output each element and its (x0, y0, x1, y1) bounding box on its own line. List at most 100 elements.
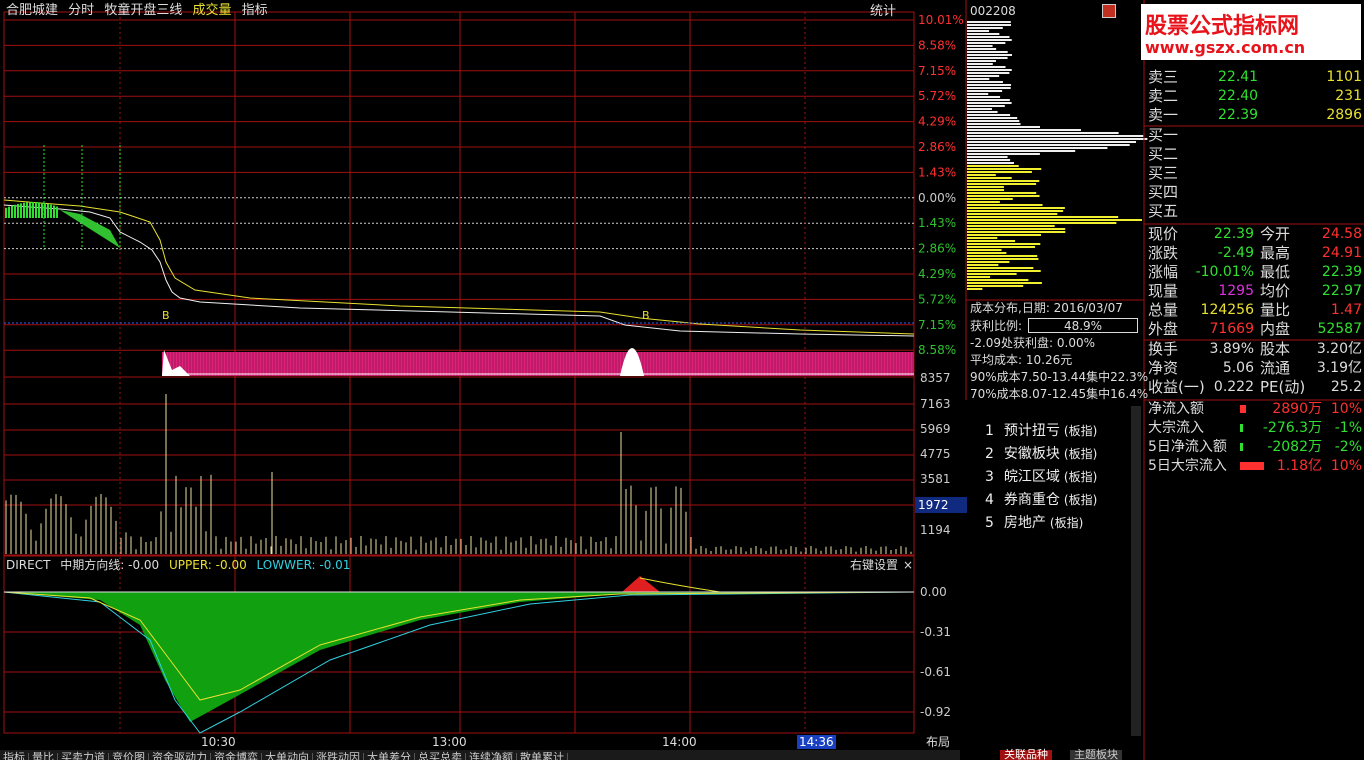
layout-button[interactable]: 布局 (926, 736, 950, 748)
sector-item[interactable]: 4 券商重仓 (板指) (985, 493, 1097, 507)
sector-index: 3 (985, 469, 994, 485)
flow-value: 1.18亿 (1276, 458, 1322, 474)
sector-item[interactable]: 2 安徽板块 (板指) (985, 447, 1097, 461)
price-axis-label: 1.43% (918, 165, 956, 179)
bottom-indicator-tabs: 指标 量比 买卖力道 竞价图 资金驱动力 资金博弈 大单动向 涨跌动因 大单差分 总买总卖 连续净额… (0, 750, 960, 760)
flow-label: 大宗流入 (1148, 420, 1204, 436)
indicator-tab[interactable]: 大单动向 (262, 752, 313, 760)
toolbar-item-timeshare[interactable]: 分时 (68, 3, 94, 18)
price-pane-border (3, 11, 915, 378)
quote-value: 3.19亿 (1316, 360, 1362, 376)
price-axis-label: 8.58% (918, 38, 956, 52)
indicator-header: DIRECT 中期方向线: -0.00 UPPER: -0.00 LOWWER:… (6, 559, 350, 571)
quote-value: 1.47 (1330, 302, 1362, 318)
orderbook-sell-label: 卖三 (1148, 68, 1179, 86)
price-axis-label: 5.72% (918, 292, 956, 306)
indicator-tab[interactable]: 总买总卖 (415, 752, 466, 760)
quote-value: 22.39 (1321, 264, 1362, 280)
quote-label: 收益(一) (1148, 378, 1205, 396)
indicator-line1: 中期方向线: -0.00 (60, 558, 160, 572)
orderbook-sell-price: 22.39 (1218, 107, 1259, 123)
quote-label: PE(动) (1260, 378, 1306, 396)
indicator-upper: UPPER: -0.00 (169, 558, 247, 572)
indicator-fill (4, 592, 914, 722)
sector-item[interactable]: 3 皖江区域 (板指) (985, 470, 1097, 484)
orderbook-sell-volume: 231 (1335, 88, 1362, 104)
orderbook-sell-label: 卖一 (1148, 106, 1179, 124)
quote-value: 0.222 (1213, 379, 1254, 395)
indicator-tab[interactable]: 量比 (29, 752, 58, 760)
toolbar-item-formula[interactable]: 牧童开盘三线 (104, 3, 182, 18)
sector-item[interactable]: 1 预计扭亏 (板指) (985, 424, 1097, 438)
indicator-pane-border (3, 554, 915, 734)
quote-label: 净资 (1148, 359, 1179, 377)
indicator-tab[interactable]: 指标 (0, 752, 29, 760)
sector-index: 5 (985, 515, 994, 531)
quote-value: 5.06 (1222, 360, 1254, 376)
toolbar-item-indicator[interactable]: 指标 (242, 3, 268, 18)
indicator-tab[interactable]: 连续净额 (466, 752, 517, 760)
quote-label: 量比 (1260, 301, 1291, 319)
quote-label: 最低 (1260, 263, 1291, 281)
quote-value: 1295 (1218, 283, 1254, 299)
volume-axis-label: 5969 (920, 422, 951, 436)
orderbook-buy-label: 买三 (1148, 164, 1179, 182)
stats-button[interactable]: 统计 (870, 5, 896, 18)
sector-tag: (板指) (1063, 470, 1098, 484)
flow-value: 2890万 (1272, 401, 1322, 417)
scrollbar-track (1131, 406, 1141, 736)
price-axis-label: 7.15% (918, 64, 956, 78)
price-axis-label: 0.00% (918, 191, 956, 205)
indicator-tab[interactable]: 大单差分 (364, 752, 415, 760)
indicator-tab[interactable]: 散单累计 (517, 752, 568, 760)
sector-item[interactable]: 5 房地产 (板指) (985, 516, 1083, 530)
orderbook-buy-label: 买五 (1148, 202, 1179, 220)
orderbook-sell-label: 卖二 (1148, 87, 1179, 105)
volume-axis-label: 4775 (920, 447, 951, 461)
sector-name: 券商重仓 (1003, 492, 1060, 508)
orderbook-sell-price: 22.40 (1218, 88, 1259, 104)
indicator-name[interactable]: DIRECT (6, 558, 50, 572)
orderbook-buy-label: 买四 (1148, 183, 1179, 201)
price-axis-label: 5.72% (918, 89, 956, 103)
tab-related[interactable]: 关联品种 (1000, 749, 1052, 760)
orderbook-sell-volume: 2896 (1326, 107, 1362, 123)
quote-label: 涨跌 (1148, 244, 1179, 262)
quote-label: 现价 (1148, 225, 1179, 243)
quote-value: 24.91 (1321, 245, 1362, 261)
buy-marker: B (162, 309, 170, 322)
indicator-axis-label: -0.31 (920, 625, 951, 639)
time-label: 10:30 (201, 735, 236, 749)
quote-value: 3.20亿 (1316, 341, 1362, 357)
site-watermark-logo: 股票公式指标网 www.gszx.com.cn (1141, 4, 1361, 60)
indicator-tab[interactable]: 涨跌动因 (313, 752, 364, 760)
price-axis-label: 4.29% (918, 267, 956, 281)
stock-name[interactable]: 合肥城建 (6, 3, 58, 18)
quote-label: 流通 (1260, 359, 1291, 377)
chart-toolbar: 合肥城建 分时 牧童开盘三线 成交量 指标 (6, 4, 274, 17)
flow-percent: -1% (1334, 420, 1362, 436)
tab-theme[interactable]: 主题板块 (1070, 749, 1122, 760)
quote-value: 3.89% (1209, 341, 1254, 357)
orderbook-sell-price: 22.41 (1218, 69, 1259, 85)
quote-value: 52587 (1317, 321, 1362, 337)
chip-settings-icon[interactable] (1102, 4, 1116, 18)
quote-label: 内盘 (1260, 320, 1291, 338)
indicator-tab[interactable]: 买卖力道 (58, 752, 109, 760)
quote-value: 71669 (1209, 321, 1254, 337)
quote-value: 22.39 (1213, 226, 1254, 242)
toolbar-item-volume[interactable]: 成交量 (192, 3, 231, 18)
indicator-tab[interactable]: 资金驱动力 (149, 752, 211, 760)
sector-index: 1 (985, 423, 994, 439)
indicator-tab[interactable]: 竞价图 (109, 752, 149, 760)
profit-value: 48.9% (1028, 318, 1138, 333)
sector-tag: (板指) (1063, 424, 1098, 438)
indicator-tab[interactable]: 资金博弈 (211, 752, 262, 760)
buy-marker: B (642, 309, 650, 322)
price-line (3, 204, 915, 337)
flow-percent: -2% (1334, 439, 1362, 455)
indicator-settings-button[interactable]: 右键设置 (850, 559, 898, 571)
orderbook-buy-label: 买一 (1148, 126, 1179, 144)
indicator-axis-label: 0.00 (920, 585, 947, 599)
close-icon[interactable]: × (903, 559, 913, 571)
